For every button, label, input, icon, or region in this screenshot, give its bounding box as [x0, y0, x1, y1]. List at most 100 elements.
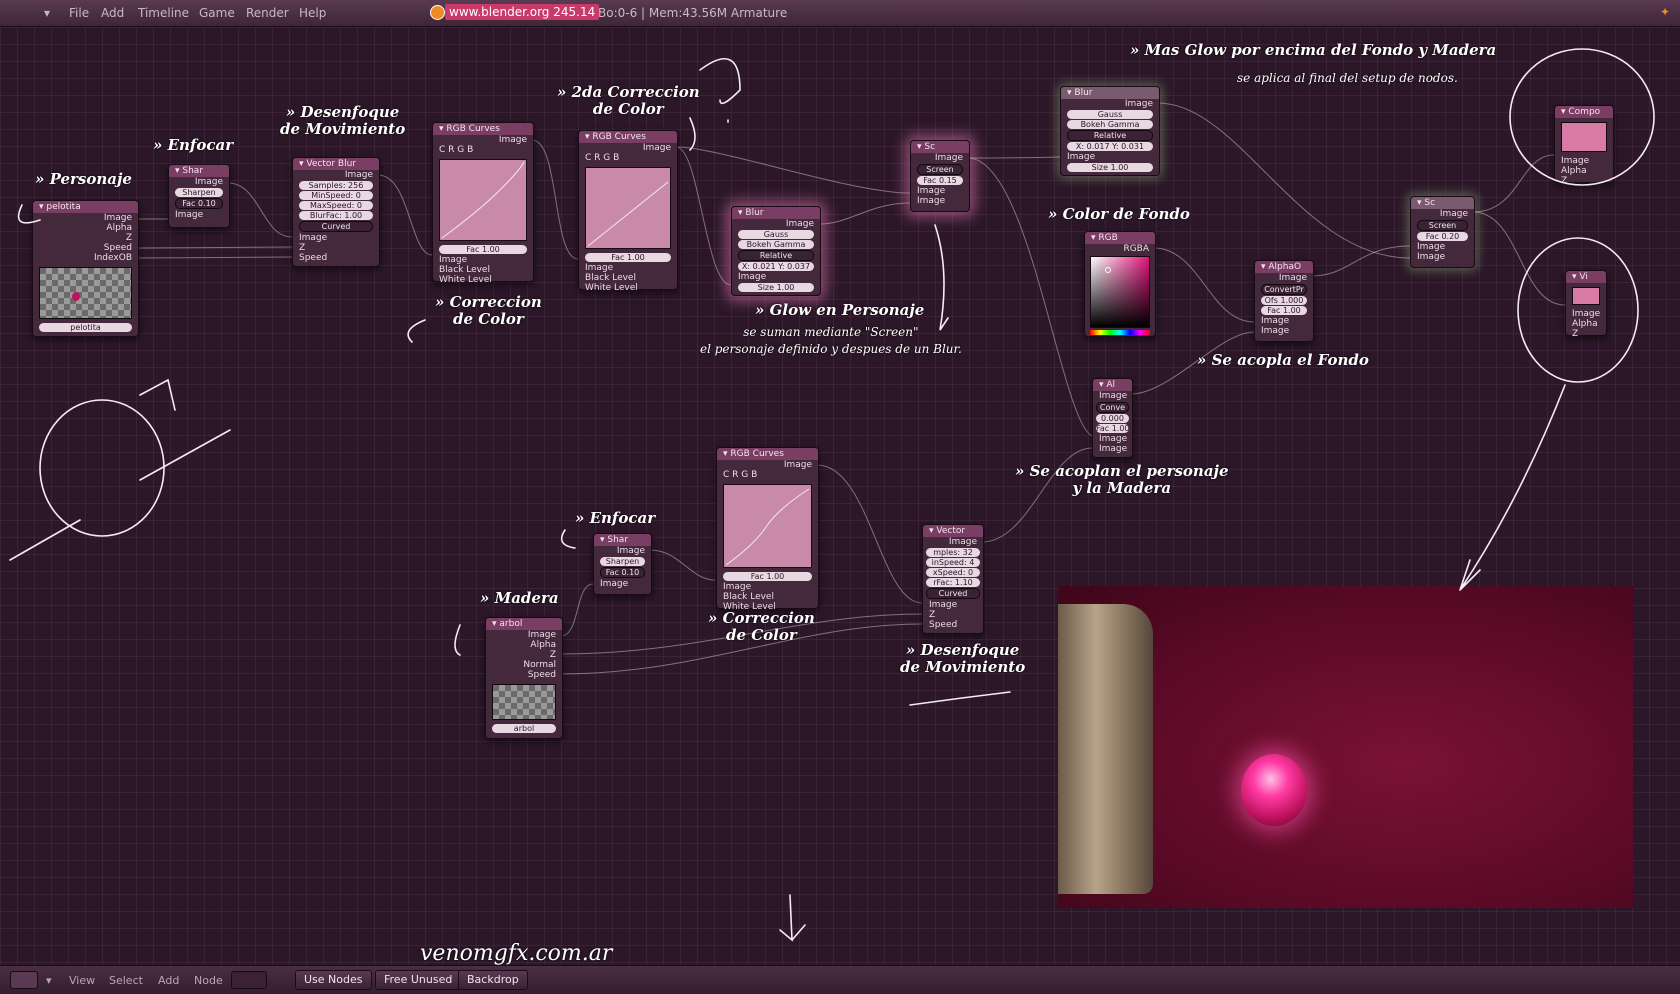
- node-header[interactable]: ▾ Al: [1093, 379, 1132, 391]
- input-speed[interactable]: Speed: [923, 620, 983, 630]
- layer-name-field[interactable]: arbol: [492, 724, 556, 733]
- menu-view[interactable]: View: [69, 974, 95, 987]
- samples-field[interactable]: mples: 32: [926, 548, 980, 557]
- fac-field[interactable]: Fac 1.00: [723, 572, 812, 581]
- input-image-2[interactable]: Image: [1255, 326, 1313, 336]
- size-field[interactable]: Size 1.00: [738, 283, 814, 292]
- node-header[interactable]: ▾ Vi: [1566, 271, 1606, 283]
- node-header[interactable]: ▾ RGB Curves: [579, 131, 677, 143]
- blender-url-badge[interactable]: www.blender.org 245.14: [445, 4, 600, 20]
- input-image[interactable]: Image: [923, 600, 983, 610]
- rgb-color-node[interactable]: ▾ RGB RGBA: [1084, 231, 1156, 337]
- node-header[interactable]: ▾ Shar: [594, 534, 651, 546]
- xy-fields[interactable]: X: 0.021 Y: 0.037: [738, 262, 814, 271]
- render-layer-node-pelotita[interactable]: ▾ pelotita Image Alpha Z Speed IndexOB p…: [32, 200, 139, 337]
- output-speed[interactable]: Speed: [486, 670, 562, 680]
- offset-field[interactable]: 0.000: [1096, 414, 1129, 423]
- fac-field[interactable]: Fac 0.10: [175, 198, 223, 209]
- input-black-level[interactable]: Black Level: [717, 592, 818, 602]
- output-image[interactable]: Image: [732, 219, 820, 229]
- input-white-level[interactable]: White Level: [579, 283, 677, 293]
- output-image[interactable]: Image: [594, 546, 651, 556]
- output-image[interactable]: Image: [579, 143, 677, 153]
- fac-field[interactable]: Fac 0.20: [1417, 232, 1468, 241]
- fac-field[interactable]: Fac 1.00: [585, 253, 671, 262]
- hue-slider[interactable]: [1090, 330, 1150, 335]
- blur-node-glow[interactable]: ▾ Blur Image Gauss Bokeh Gamma Relative …: [731, 206, 821, 296]
- node-header[interactable]: ▾ arbol: [486, 618, 562, 630]
- rgb-curves-node-2[interactable]: ▾ RGB Curves Image C R G B Fac 1.00 Imag…: [578, 130, 678, 293]
- node-tree-type-toggle[interactable]: [231, 971, 267, 989]
- input-image-2[interactable]: Image: [911, 196, 969, 206]
- maxspeed-field[interactable]: MaxSpeed: 0: [299, 201, 373, 210]
- output-z[interactable]: Z: [486, 650, 562, 660]
- input-image[interactable]: Image: [1061, 152, 1159, 162]
- node-header[interactable]: ▾ Vector Blur: [293, 158, 379, 170]
- node-header[interactable]: ▾ Shar: [169, 165, 229, 177]
- vector-blur-node-2[interactable]: ▾ Vector Image mples: 32 inSpeed: 4 xSpe…: [922, 524, 984, 634]
- output-normal[interactable]: Normal: [486, 660, 562, 670]
- channel-tabs[interactable]: C R G B: [717, 470, 818, 480]
- input-z[interactable]: Z: [293, 243, 379, 253]
- layer-name-field[interactable]: pelotita: [39, 323, 132, 332]
- output-rgba[interactable]: RGBA: [1085, 244, 1155, 254]
- output-image[interactable]: Image: [1061, 99, 1159, 109]
- xy-fields[interactable]: X: 0.017 Y: 0.031: [1067, 142, 1153, 151]
- channel-tabs[interactable]: C R G B: [433, 145, 533, 155]
- use-nodes-button[interactable]: Use Nodes: [295, 970, 372, 990]
- blurfac-field[interactable]: rFac: 1.10: [926, 578, 980, 587]
- fac-field[interactable]: Fac 0.10: [600, 567, 645, 578]
- alpha-over-node[interactable]: ▾ AlphaO Image ConvertPr Ofs 1.000 Fac 1…: [1254, 260, 1314, 342]
- menu-select[interactable]: Select: [109, 974, 143, 987]
- color-picker[interactable]: [1090, 256, 1150, 328]
- bokeh-gamma-toggles[interactable]: Bokeh Gamma: [738, 240, 814, 249]
- input-image[interactable]: Image: [594, 579, 651, 589]
- output-alpha[interactable]: Alpha: [486, 640, 562, 650]
- minspeed-field[interactable]: inSpeed: 4: [926, 558, 980, 567]
- offset-field[interactable]: Ofs 1.000: [1261, 296, 1307, 305]
- output-image[interactable]: Image: [923, 537, 983, 547]
- curve-widget[interactable]: [585, 167, 671, 249]
- output-image[interactable]: Image: [717, 460, 818, 470]
- rgb-curves-node[interactable]: ▾ RGB Curves Image C R G B Fac 1.00 Imag…: [432, 122, 534, 285]
- rgb-curves-node-3[interactable]: ▾ RGB Curves Image C R G B Fac 1.00 Imag…: [716, 447, 819, 612]
- channel-tabs[interactable]: C R G B: [579, 153, 677, 163]
- output-image[interactable]: Image: [1255, 273, 1313, 283]
- convert-premul-toggle[interactable]: ConvertPr: [1261, 284, 1307, 295]
- input-image-1[interactable]: Image: [1093, 434, 1132, 444]
- input-speed[interactable]: Speed: [293, 253, 379, 263]
- mix-screen-node[interactable]: ▾ Sc Image Screen Fac 0.15 Image Image: [910, 140, 970, 212]
- vector-blur-node[interactable]: ▾ Vector Blur Image Samples: 256 MinSpee…: [292, 157, 380, 267]
- output-image[interactable]: Image: [911, 153, 969, 163]
- input-image[interactable]: Image: [433, 255, 533, 265]
- input-image[interactable]: Image: [717, 582, 818, 592]
- blur-node-final-glow[interactable]: ▾ Blur Image Gauss Bokeh Gamma Relative …: [1060, 86, 1160, 176]
- menu-help[interactable]: Help: [299, 6, 326, 20]
- editor-type-chevron-icon[interactable]: ▾: [44, 6, 50, 20]
- input-image[interactable]: Image: [1566, 309, 1606, 319]
- node-header[interactable]: ▾ RGB: [1085, 232, 1155, 244]
- menu-node[interactable]: Node: [194, 974, 223, 987]
- filter-type-select[interactable]: Sharpen: [175, 188, 223, 197]
- node-header[interactable]: ▾ Sc: [911, 141, 969, 153]
- backdrop-button[interactable]: Backdrop: [458, 970, 528, 990]
- input-image[interactable]: Image: [732, 272, 820, 282]
- editor-type-icon[interactable]: [10, 971, 38, 989]
- viewer-node[interactable]: ▾ Vi Image Alpha Z: [1565, 270, 1607, 339]
- menu-add[interactable]: Add: [101, 6, 124, 20]
- filter-sharpen-node-2[interactable]: ▾ Shar Image Sharpen Fac 0.10 Image: [593, 533, 652, 595]
- input-z[interactable]: Z: [1555, 176, 1613, 186]
- render-layer-node-arbol[interactable]: ▾ arbol Image Alpha Z Normal Speed arbol: [485, 617, 563, 739]
- composite-output-node[interactable]: ▾ Compo Image Alpha Z: [1554, 105, 1614, 186]
- node-header[interactable]: ▾ Blur: [732, 207, 820, 219]
- output-z[interactable]: Z: [33, 233, 138, 243]
- output-image[interactable]: Image: [293, 170, 379, 180]
- bokeh-gamma-toggles[interactable]: Bokeh Gamma: [1067, 120, 1153, 129]
- output-alpha[interactable]: Alpha: [33, 223, 138, 233]
- size-field[interactable]: Size 1.00: [1067, 163, 1153, 172]
- alpha-over-node-2[interactable]: ▾ Al Image Conve 0.000 Fac 1.00 Image Im…: [1092, 378, 1133, 458]
- input-image[interactable]: Image: [1555, 156, 1613, 166]
- input-image[interactable]: Image: [579, 263, 677, 273]
- filter-type-select[interactable]: Gauss: [738, 230, 814, 239]
- output-image[interactable]: Image: [1411, 209, 1474, 219]
